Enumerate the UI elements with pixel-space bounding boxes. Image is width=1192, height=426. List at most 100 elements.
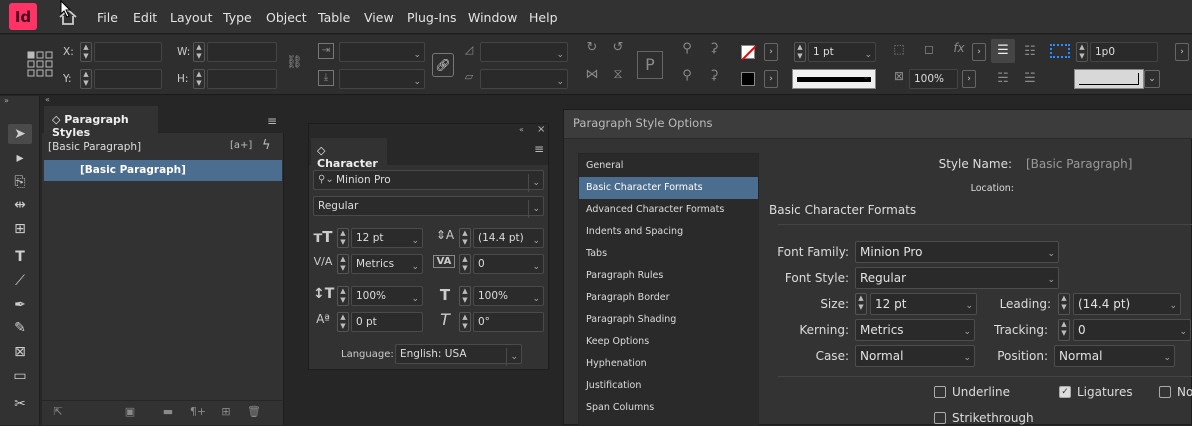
create-style-icon[interactable]: [a+] bbox=[230, 140, 252, 151]
menu-layout[interactable]: Layout bbox=[170, 10, 213, 25]
tab-character[interactable]: ◇ Character bbox=[311, 138, 387, 170]
horizontal-scale-field[interactable]: 100% ⌄ bbox=[473, 286, 544, 306]
clear-overrides-icon[interactable]: ¶+ bbox=[188, 405, 208, 418]
x-stepper[interactable]: ▲ ▼ bbox=[80, 42, 92, 62]
constrain-proportions-icon[interactable]: ⛓ bbox=[286, 55, 303, 70]
vertical-scale-field[interactable]: 100% ⌄ bbox=[351, 286, 423, 306]
shear-field[interactable]: ⌄ bbox=[480, 69, 568, 89]
case-select[interactable]: Normal ⌄ bbox=[855, 345, 975, 367]
language-select[interactable]: English: USA ⌄ bbox=[395, 344, 522, 366]
category-keep-options[interactable]: Keep Options bbox=[579, 331, 758, 353]
collapse-panel-icon[interactable]: « bbox=[519, 125, 524, 134]
menu-plugins[interactable]: Plug-Ins bbox=[407, 10, 457, 25]
flip-vertical-icon[interactable]: ⧖ bbox=[608, 67, 628, 82]
tracking-stepper[interactable]: ▲ ▼ bbox=[459, 254, 471, 274]
quick-apply-icon[interactable]: ϟ bbox=[262, 138, 271, 153]
menu-type[interactable]: Type bbox=[223, 10, 252, 25]
new-group-icon[interactable]: ▣ bbox=[122, 405, 138, 418]
text-wrap-jump-icon[interactable]: ☱ bbox=[1020, 71, 1040, 86]
leading-field[interactable]: (14.4 pt) ⌄ bbox=[473, 228, 544, 248]
corner-options-icon[interactable]: ⬚ bbox=[890, 42, 908, 56]
position-select[interactable]: Normal ⌄ bbox=[1054, 345, 1175, 367]
rectangle-tool-icon[interactable]: ▭ bbox=[8, 366, 32, 386]
close-panel-icon[interactable]: × bbox=[537, 124, 545, 135]
menu-table[interactable]: Table bbox=[318, 10, 350, 25]
fill-dropdown-button[interactable]: › bbox=[764, 43, 778, 61]
scale-y-field[interactable]: ⌄ bbox=[339, 69, 425, 89]
y-stepper[interactable]: ▲ ▼ bbox=[80, 69, 92, 89]
gap-tool-icon[interactable]: ⇹ bbox=[8, 195, 32, 215]
pencil-tool-icon[interactable]: ✎ bbox=[8, 318, 32, 338]
frame-type-arrow-icon[interactable]: ⌄ bbox=[1144, 70, 1160, 88]
font-family-select[interactable]: Minion Pro ⌄ bbox=[855, 241, 1059, 263]
gap-stepper[interactable]: ▲ ▼ bbox=[1076, 42, 1088, 62]
category-justification[interactable]: Justification bbox=[579, 375, 758, 397]
underline-checkbox[interactable] bbox=[934, 386, 946, 398]
rotate-ccw-icon[interactable]: ↺ bbox=[608, 40, 628, 55]
rectangle-frame-tool-icon[interactable]: ⊠ bbox=[8, 342, 32, 362]
baseline-shift-stepper[interactable]: ▲ ▼ bbox=[337, 312, 349, 332]
rotate-cw-icon[interactable]: ↻ bbox=[582, 40, 602, 55]
collapse-panel-icon[interactable]: « bbox=[45, 95, 50, 104]
new-style-icon[interactable]: ⊞ bbox=[218, 405, 234, 418]
category-advanced-character-formats[interactable]: Advanced Character Formats bbox=[579, 199, 758, 221]
no-break-checkbox[interactable] bbox=[1159, 386, 1171, 398]
strikethrough-checkbox[interactable] bbox=[934, 412, 946, 424]
pen-tool-icon[interactable]: ✒ bbox=[8, 295, 32, 315]
x-field[interactable] bbox=[94, 42, 162, 62]
delete-style-icon[interactable]: 🗑︎ bbox=[246, 405, 262, 418]
leading-stepper[interactable]: ▲ ▼ bbox=[1058, 293, 1070, 315]
folder-icon[interactable]: ▬ bbox=[160, 405, 176, 418]
frame-fitting-icon[interactable] bbox=[1050, 44, 1070, 58]
select-previous-icon[interactable]: ⚲ bbox=[678, 68, 696, 83]
collapse-toolbar-icon[interactable]: » bbox=[4, 96, 9, 105]
kerning-stepper[interactable]: ▲ ▼ bbox=[337, 254, 349, 274]
selection-tool-icon[interactable]: ➤ bbox=[8, 124, 32, 144]
h-stepper[interactable]: ▲ ▼ bbox=[193, 69, 205, 89]
panel-menu-icon[interactable]: ≡ bbox=[534, 142, 544, 156]
opacity-field[interactable]: 100% bbox=[909, 69, 958, 89]
ligatures-checkbox[interactable]: ✓ bbox=[1059, 386, 1071, 398]
style-group-icon[interactable]: ⇱ bbox=[50, 405, 66, 418]
style-item-basic-paragraph[interactable]: [Basic Paragraph] bbox=[44, 160, 282, 181]
select-content-icon[interactable]: ⚳ bbox=[705, 41, 723, 56]
font-size-field[interactable]: 12 pt ⌄ bbox=[351, 228, 423, 248]
drop-shadow-icon[interactable]: ◻ bbox=[920, 42, 938, 56]
font-style-select[interactable]: Regular ⌄ bbox=[855, 267, 1059, 289]
reference-point-icon[interactable] bbox=[27, 51, 53, 77]
fx-icon[interactable]: fx bbox=[948, 41, 970, 55]
type-tool-icon[interactable]: T bbox=[8, 247, 32, 267]
text-wrap-shape-icon[interactable]: ☵ bbox=[993, 71, 1013, 86]
rotate-field[interactable]: ⌄ bbox=[480, 42, 568, 62]
gap-field[interactable]: 1p0 bbox=[1090, 42, 1158, 62]
flip-horizontal-icon[interactable]: ⋈ bbox=[582, 67, 602, 82]
category-paragraph-border[interactable]: Paragraph Border bbox=[579, 287, 758, 309]
stroke-weight-field[interactable]: 1 pt ⌄ bbox=[808, 42, 876, 62]
category-basic-character-formats[interactable]: Basic Character Formats bbox=[579, 177, 758, 199]
menu-edit[interactable]: Edit bbox=[133, 10, 157, 25]
tracking-field[interactable]: 0 ⌄ bbox=[1073, 319, 1191, 341]
menu-file[interactable]: File bbox=[97, 10, 118, 25]
leading-stepper[interactable]: ▲ ▼ bbox=[459, 228, 471, 248]
menu-object[interactable]: Object bbox=[266, 10, 307, 25]
w-stepper[interactable]: ▲ ▼ bbox=[193, 42, 205, 62]
font-size-stepper[interactable]: ▲ ▼ bbox=[337, 228, 349, 248]
y-field[interactable] bbox=[94, 69, 162, 89]
text-wrap-bounding-icon[interactable]: ☷ bbox=[1020, 44, 1040, 59]
h-field[interactable] bbox=[207, 69, 277, 89]
tracking-stepper[interactable]: ▲ ▼ bbox=[1058, 319, 1070, 341]
font-family-select[interactable]: ⚲⌄ Minion Pro ⌄ bbox=[313, 170, 544, 192]
tracking-field[interactable]: 0 ⌄ bbox=[473, 254, 544, 274]
text-wrap-none-icon[interactable]: ☰ bbox=[991, 39, 1015, 63]
select-container-icon[interactable]: ⚲ bbox=[678, 41, 696, 56]
effects-dropdown-button[interactable]: › bbox=[972, 43, 986, 61]
select-next-icon[interactable]: ⚳ bbox=[705, 68, 723, 83]
page-tool-icon[interactable]: ⎘ bbox=[8, 172, 32, 192]
panel-menu-icon[interactable]: ≡ bbox=[267, 114, 277, 128]
leading-field[interactable]: (14.4 pt) ⌄ bbox=[1073, 293, 1181, 315]
direct-selection-tool-icon[interactable]: ▸ bbox=[8, 148, 32, 168]
category-general[interactable]: General bbox=[579, 155, 758, 177]
frame-type-select[interactable] bbox=[1074, 69, 1144, 89]
opacity-dropdown-button[interactable]: › bbox=[962, 70, 976, 88]
skew-field[interactable]: 0° bbox=[473, 312, 544, 332]
